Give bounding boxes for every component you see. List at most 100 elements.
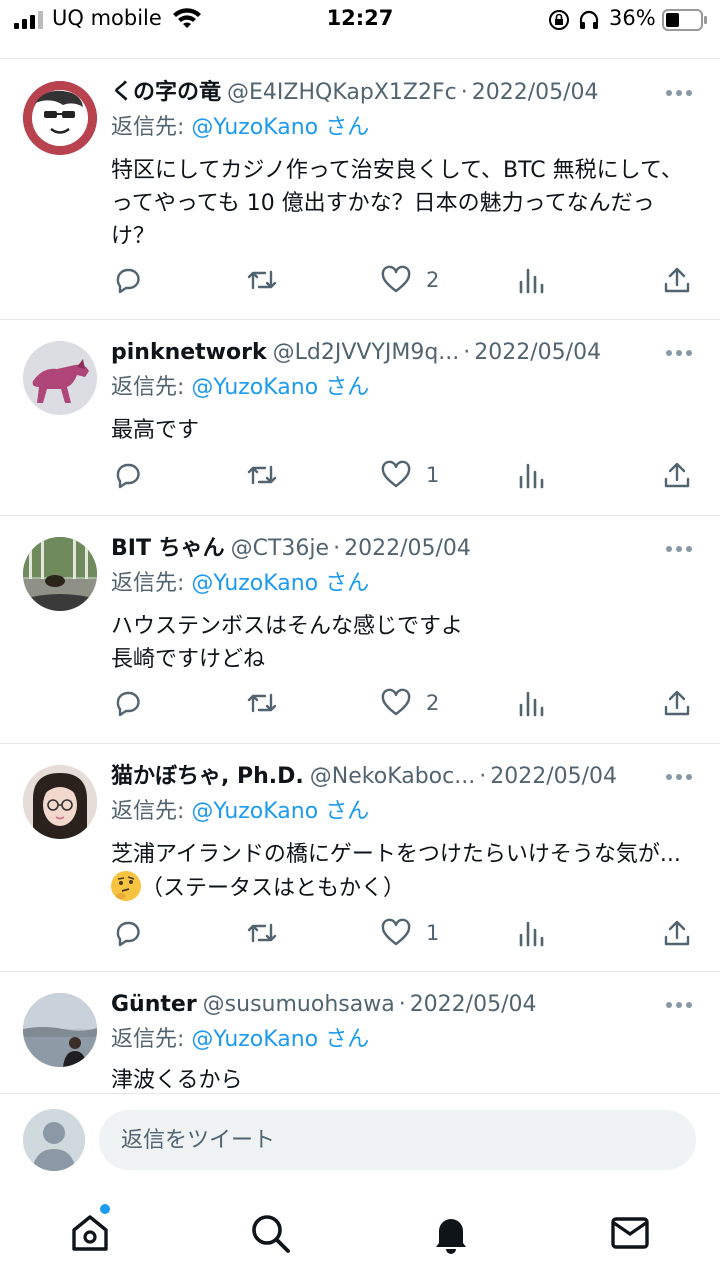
more-icon[interactable] (664, 542, 694, 556)
share-button[interactable] (662, 683, 692, 723)
share-button[interactable] (662, 260, 692, 300)
battery-percent: 36% (609, 6, 656, 30)
analytics-icon (519, 691, 544, 717)
nav-home[interactable] (65, 1208, 115, 1258)
tweet[interactable]: 猫かぼちゃ, Ph.D. @NekoKaboc... · 2022/05/04 返信先… (0, 760, 720, 970)
more-icon[interactable] (664, 86, 694, 100)
user-avatar[interactable] (23, 1109, 85, 1171)
tweet-text: 最高です (111, 418, 200, 443)
reply-icon (116, 921, 140, 947)
analytics-icon (519, 268, 544, 294)
views-button[interactable] (516, 683, 546, 723)
views-button[interactable] (516, 455, 546, 495)
handle[interactable]: @Ld2JVVYJM9q... (273, 340, 460, 365)
more-icon[interactable] (664, 770, 694, 784)
home-notification-dot (100, 1204, 110, 1214)
reply-prefix: 返信先: (111, 571, 192, 596)
divider (0, 58, 720, 59)
bell-icon (436, 1219, 466, 1254)
display-name[interactable]: Günter (111, 992, 197, 1017)
avatar[interactable] (23, 993, 97, 1067)
handle[interactable]: @susumuohsawa (203, 992, 395, 1017)
reply-button[interactable] (112, 683, 144, 723)
tweet[interactable]: pinknetwork @Ld2JVVYJM9q... · 2022/05/04 返信… (0, 336, 720, 516)
reply-to-link[interactable]: @YuzoKano さん (191, 115, 369, 140)
separator-dot: · (463, 340, 471, 365)
reply-prefix: 返信先: (111, 799, 192, 824)
views-button[interactable] (516, 913, 546, 953)
display-name[interactable]: BIT ちゃん (111, 536, 225, 561)
tweet-date[interactable]: 2022/05/04 (474, 340, 601, 365)
like-count: 2 (426, 268, 440, 292)
tweet-date[interactable]: 2022/05/04 (410, 992, 537, 1017)
reply-button[interactable] (112, 260, 144, 300)
retweet-button[interactable] (245, 913, 279, 953)
handle[interactable]: @NekoKaboc... (310, 764, 475, 789)
avatar[interactable] (23, 765, 97, 839)
retweet-button[interactable] (245, 260, 279, 300)
reply-to-link[interactable]: @YuzoKano さん (191, 1027, 369, 1052)
tweet-date[interactable]: 2022/05/04 (490, 764, 617, 789)
avatar[interactable] (23, 537, 97, 611)
like-button[interactable]: 2 (380, 683, 439, 723)
battery-icon (662, 9, 707, 31)
reply-button[interactable] (112, 455, 144, 495)
like-count: 1 (426, 463, 440, 487)
reply-prefix: 返信先: (111, 375, 192, 400)
like-button[interactable]: 2 (380, 260, 439, 300)
tweet-date[interactable]: 2022/05/04 (344, 536, 471, 561)
tweet[interactable]: くの字の竜 @E4IZHQKapX1Z2Fc · 2022/05/04 返信先: @Y… (0, 76, 720, 316)
tweet-actions: 1 (0, 913, 720, 953)
reply-composer (0, 1093, 720, 1186)
display-name[interactable]: pinknetwork (111, 340, 267, 365)
reply-input[interactable] (99, 1110, 696, 1170)
tweet-date[interactable]: 2022/05/04 (472, 80, 599, 105)
like-button[interactable]: 1 (380, 455, 439, 495)
avatar[interactable] (23, 341, 97, 415)
display-name[interactable]: くの字の竜 (111, 80, 221, 105)
tweet-header: Günter @susumuohsawa · 2022/05/04 (111, 988, 537, 1022)
mail-icon (611, 1217, 649, 1249)
analytics-icon (519, 463, 544, 489)
tweet[interactable]: BIT ちゃん @CT36je · 2022/05/04 返信先: @YuzoKano… (0, 532, 720, 742)
display-name[interactable]: 猫かぼちゃ, Ph.D. (111, 764, 304, 789)
reply-to-link[interactable]: @YuzoKano さん (191, 375, 369, 400)
share-icon (664, 267, 690, 293)
retweet-button[interactable] (245, 455, 279, 495)
tweet-header: BIT ちゃん @CT36je · 2022/05/04 (111, 532, 471, 566)
orientation-lock-icon (549, 10, 569, 30)
retweet-button[interactable] (245, 683, 279, 723)
analytics-icon (519, 921, 544, 947)
handle[interactable]: @CT36je (231, 536, 329, 561)
separator-dot: · (398, 992, 406, 1017)
more-icon[interactable] (664, 998, 694, 1012)
more-icon[interactable] (664, 346, 694, 360)
reply-button[interactable] (112, 913, 144, 953)
like-count: 1 (426, 921, 440, 945)
like-button[interactable]: 1 (380, 913, 439, 953)
handle[interactable]: @E4IZHQKapX1Z2Fc (227, 80, 457, 105)
bottom-nav (0, 1190, 720, 1280)
avatar[interactable] (23, 81, 97, 155)
reply-icon (116, 691, 140, 717)
home-icon (72, 1215, 108, 1251)
nav-notifications[interactable] (426, 1208, 476, 1258)
reply-to-link[interactable]: @YuzoKano さん (191, 571, 369, 596)
divider (0, 319, 720, 320)
search-icon (252, 1215, 290, 1253)
share-button[interactable] (662, 455, 692, 495)
views-button[interactable] (516, 260, 546, 300)
share-button[interactable] (662, 913, 692, 953)
thinking-face-emoji (111, 871, 141, 901)
reply-icon (116, 463, 140, 489)
reply-to-link[interactable]: @YuzoKano さん (191, 799, 369, 824)
reply-icon (116, 268, 140, 294)
tweet-header: くの字の竜 @E4IZHQKapX1Z2Fc · 2022/05/04 (111, 76, 599, 110)
reply-context: 返信先: @YuzoKano さん (111, 796, 369, 828)
reply-prefix: 返信先: (111, 115, 192, 140)
nav-messages[interactable] (605, 1208, 655, 1258)
tweet-actions: 1 (0, 455, 720, 495)
divider (0, 743, 720, 744)
tweet[interactable]: Günter @susumuohsawa · 2022/05/04 返信先: @Yuz… (0, 988, 720, 1093)
nav-search[interactable] (245, 1208, 295, 1258)
